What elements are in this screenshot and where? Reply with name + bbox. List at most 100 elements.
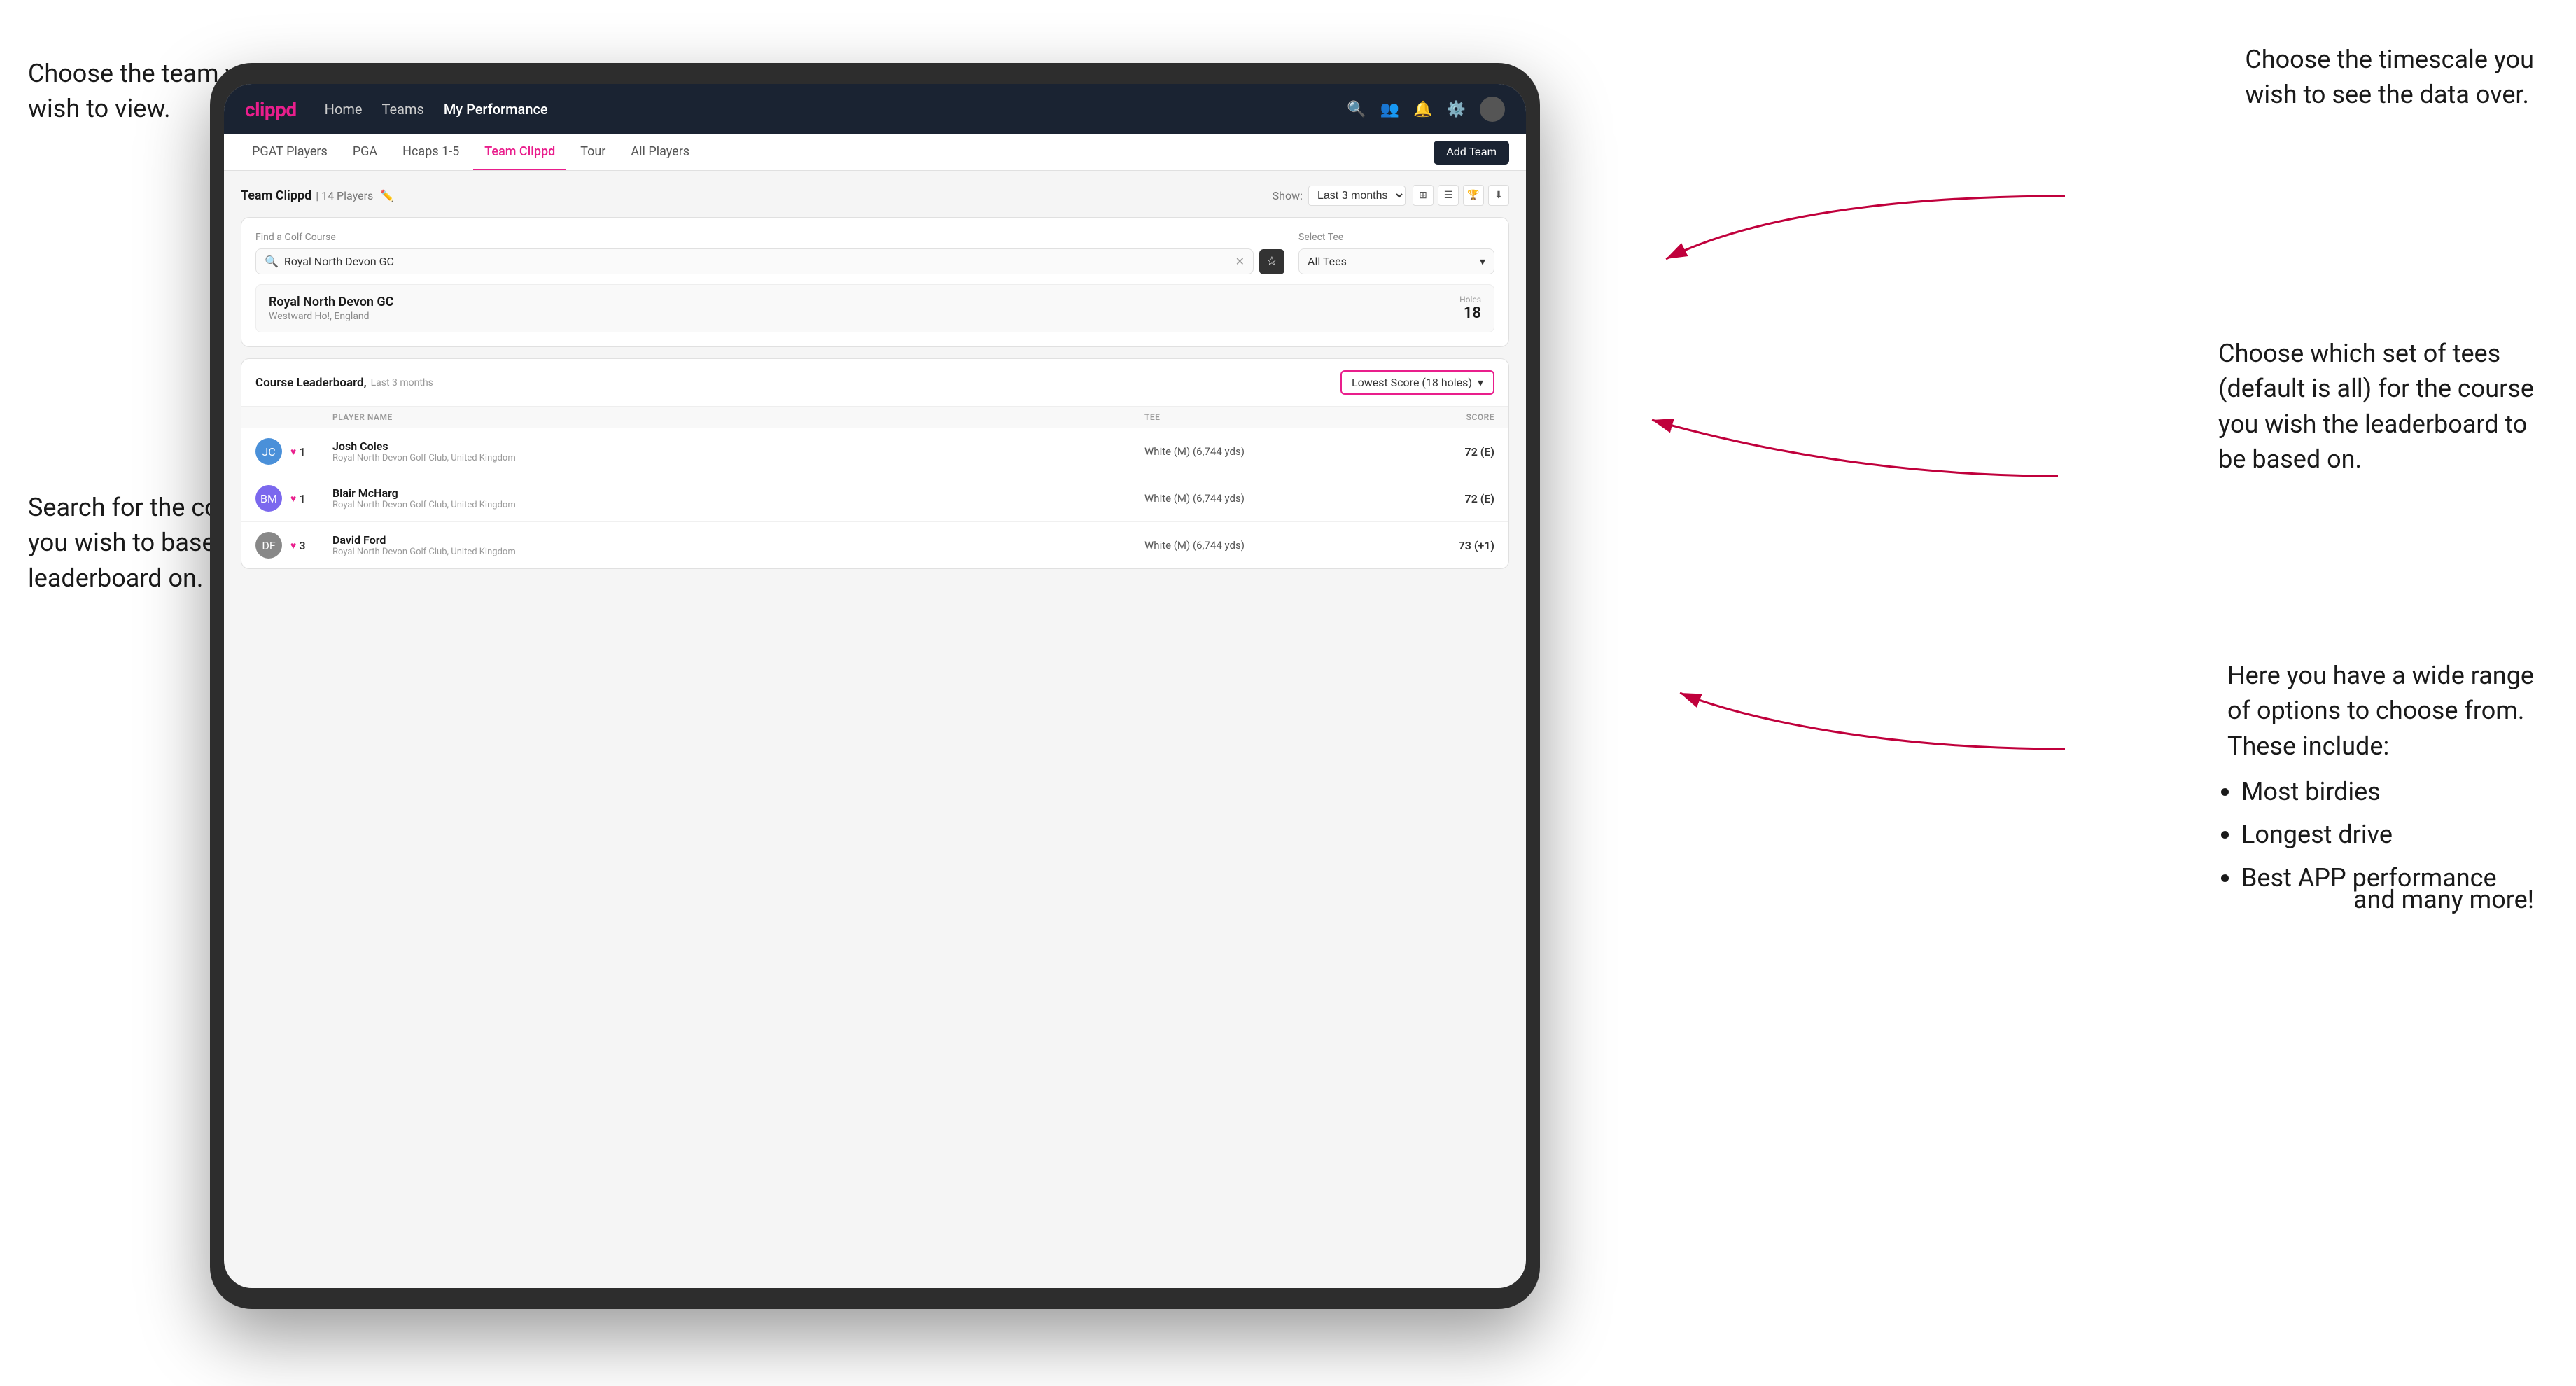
player-info-3: David Ford Royal North Devon Golf Club, … <box>332 533 1144 557</box>
player-score-1: 72 (E) <box>1354 445 1494 458</box>
tablet-frame: clippd Home Teams My Performance 🔍 👥 🔔 ⚙… <box>210 63 1540 1309</box>
download-button[interactable]: ⬇ <box>1488 185 1509 206</box>
player-tee-3: White (M) (6,744 yds) <box>1144 539 1354 552</box>
holes-badge: Holes 18 <box>1460 295 1481 322</box>
app-container: clippd Home Teams My Performance 🔍 👥 🔔 ⚙… <box>224 84 1526 1288</box>
annotation-mid-right: Choose which set of tees (default is all… <box>2218 336 2534 477</box>
rank-2: ♥ 1 <box>290 492 332 505</box>
nav-home[interactable]: Home <box>325 98 363 120</box>
table-header-row: PLAYER NAME TEE SCORE <box>241 407 1508 428</box>
rank-num-2: 1 <box>299 492 305 505</box>
annotation-and-more: and many more! <box>2353 882 2534 917</box>
player-score-2: 72 (E) <box>1354 492 1494 505</box>
tab-pgat-players[interactable]: PGAT Players <box>241 134 339 170</box>
search-icon[interactable]: 🔍 <box>1347 101 1366 118</box>
leaderboard-subtitle: Last 3 months <box>371 377 433 388</box>
score-type-dropdown[interactable]: Lowest Score (18 holes) ▾ <box>1340 370 1494 395</box>
view-icons: ⊞ ☰ 🏆 ⬇ <box>1413 185 1509 206</box>
nav-bar: clippd Home Teams My Performance 🔍 👥 🔔 ⚙… <box>224 84 1526 134</box>
tab-pga[interactable]: PGA <box>342 134 388 170</box>
score-type-value: Lowest Score (18 holes) <box>1352 376 1472 389</box>
rank-1: ♥ 1 <box>290 445 332 458</box>
player-tee-1: White (M) (6,744 yds) <box>1144 445 1354 458</box>
score-type-chevron-icon: ▾ <box>1478 376 1483 389</box>
player-info-1: Josh Coles Royal North Devon Golf Club, … <box>332 440 1144 463</box>
rank-num-1: 1 <box>299 445 305 458</box>
nav-right: 🔍 👥 🔔 ⚙️ <box>1347 97 1505 122</box>
trophy-view-button[interactable]: 🏆 <box>1463 185 1484 206</box>
heart-icon-1: ♥ <box>290 446 296 458</box>
course-info: Royal North Devon GC Westward Ho!, Engla… <box>269 295 1460 322</box>
heart-icon-2: ♥ <box>290 493 296 505</box>
rank-3: ♥ 3 <box>290 539 332 552</box>
tee-chevron-icon: ▾ <box>1480 255 1485 268</box>
nav-links: Home Teams My Performance <box>325 98 1348 120</box>
player-info-2: Blair McHarg Royal North Devon Golf Club… <box>332 486 1144 510</box>
app-logo: clippd <box>245 98 297 121</box>
tee-dropdown[interactable]: All Tees ▾ <box>1298 248 1494 274</box>
player-avatar-2: BM <box>255 485 282 512</box>
show-label: Show: <box>1273 189 1303 202</box>
heart-icon-3: ♥ <box>290 540 296 552</box>
search-icon-inner: 🔍 <box>265 255 279 268</box>
nav-teams[interactable]: Teams <box>382 98 424 120</box>
player-name-2: Blair McHarg <box>332 486 516 500</box>
holes-value: 18 <box>1460 304 1481 322</box>
leaderboard-title: Course Leaderboard, <box>255 376 367 390</box>
col-header-tee: TEE <box>1144 412 1354 422</box>
edit-icon[interactable]: ✏️ <box>380 189 394 202</box>
annotation-top-right: Choose the timescale you wish to see the… <box>2245 42 2534 113</box>
course-search-group: Find a Golf Course 🔍 Royal North Devon G… <box>255 232 1284 274</box>
tab-tour[interactable]: Tour <box>569 134 617 170</box>
player-club-2: Royal North Devon Golf Club, United King… <box>332 500 516 510</box>
show-dropdown[interactable]: Last 3 months <box>1308 186 1406 206</box>
team-count: | 14 Players <box>316 189 373 202</box>
table-row: BM ♥ 1 Blair McHarg Royal North Devon Go… <box>241 475 1508 522</box>
player-club-3: Royal North Devon Golf Club, United King… <box>332 547 516 557</box>
rank-num-3: 3 <box>299 539 305 552</box>
course-result: Royal North Devon GC Westward Ho!, Engla… <box>255 284 1494 332</box>
table-row: DF ♥ 3 David Ford Royal North Devon Golf… <box>241 522 1508 568</box>
col-header-player: PLAYER NAME <box>332 412 1144 422</box>
team-title: Team Clippd <box>241 188 312 203</box>
add-team-button[interactable]: Add Team <box>1434 141 1509 164</box>
player-avatar-1: JC <box>255 438 282 465</box>
settings-icon[interactable]: ⚙️ <box>1447 101 1466 118</box>
list-view-button[interactable]: ☰ <box>1438 185 1459 206</box>
grid-view-button[interactable]: ⊞ <box>1413 185 1434 206</box>
course-location: Westward Ho!, England <box>269 311 1460 322</box>
course-search-input-wrapper: 🔍 Royal North Devon GC ✕ <box>255 248 1254 274</box>
user-avatar[interactable] <box>1480 97 1505 122</box>
tab-hcaps[interactable]: Hcaps 1-5 <box>391 134 470 170</box>
sub-nav: PGAT Players PGA Hcaps 1-5 Team Clippd T… <box>224 134 1526 171</box>
player-club-1: Royal North Devon Golf Club, United King… <box>332 453 516 463</box>
search-row: Find a Golf Course 🔍 Royal North Devon G… <box>255 232 1494 274</box>
annotation-bottom-right: Here you have a wide range of options to… <box>2227 658 2534 899</box>
holes-label: Holes <box>1460 295 1481 304</box>
course-name: Royal North Devon GC <box>269 295 1460 309</box>
nav-my-performance[interactable]: My Performance <box>444 98 548 120</box>
player-tee-2: White (M) (6,744 yds) <box>1144 492 1354 505</box>
bell-icon[interactable]: 🔔 <box>1413 101 1432 118</box>
tablet-screen: clippd Home Teams My Performance 🔍 👥 🔔 ⚙… <box>224 84 1526 1288</box>
find-course-label: Find a Golf Course <box>255 232 1284 243</box>
player-avatar-3: DF <box>255 532 282 559</box>
bullet-drive: Longest drive <box>2241 813 2534 856</box>
tee-select-group: Select Tee All Tees ▾ <box>1298 232 1494 274</box>
select-tee-label: Select Tee <box>1298 232 1494 243</box>
users-icon[interactable]: 👥 <box>1380 101 1399 118</box>
leaderboard-header: Course Leaderboard, Last 3 months Lowest… <box>241 359 1508 407</box>
player-score-3: 73 (+1) <box>1354 539 1494 552</box>
col-header-score: SCORE <box>1354 412 1494 422</box>
favorite-button[interactable]: ☆ <box>1259 249 1284 274</box>
course-search-value[interactable]: Royal North Devon GC <box>284 255 1230 268</box>
clear-search-button[interactable]: ✕ <box>1236 255 1245 268</box>
bullet-birdies: Most birdies <box>2241 771 2534 813</box>
search-card: Find a Golf Course 🔍 Royal North Devon G… <box>241 217 1509 347</box>
player-name-1: Josh Coles <box>332 440 516 453</box>
main-content: Team Clippd | 14 Players ✏️ Show: Last 3… <box>224 171 1526 1288</box>
tee-value: All Tees <box>1308 255 1347 268</box>
team-header: Team Clippd | 14 Players ✏️ Show: Last 3… <box>241 185 1509 206</box>
tab-all-players[interactable]: All Players <box>620 134 701 170</box>
tab-team-clippd[interactable]: Team Clippd <box>473 134 566 170</box>
